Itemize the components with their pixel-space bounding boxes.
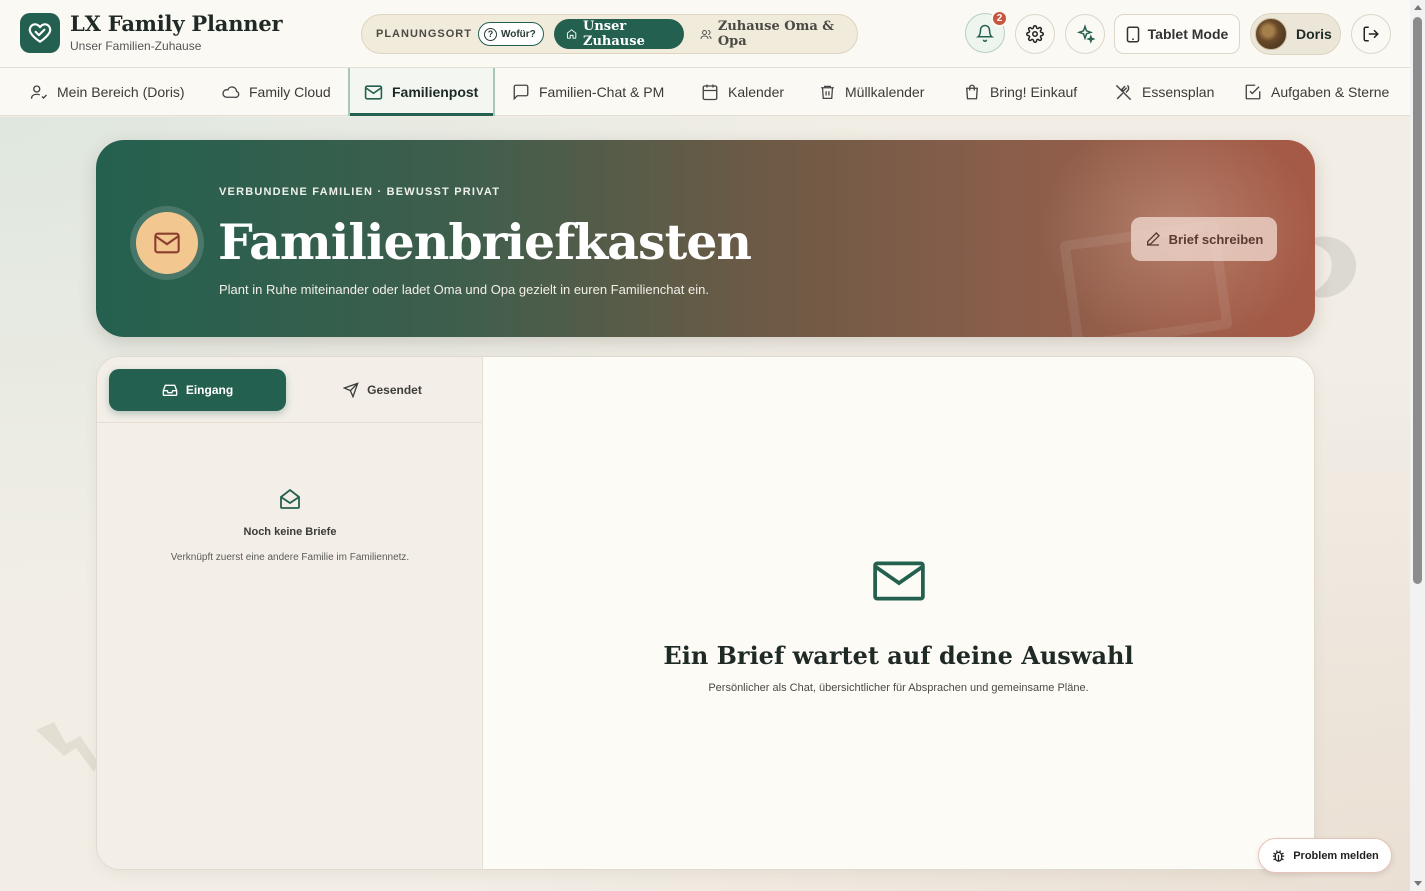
- nav-item-family-cloud[interactable]: Family Cloud: [221, 68, 331, 116]
- tablet-mode-button[interactable]: Tablet Mode: [1114, 14, 1240, 54]
- location-option-grandparents[interactable]: Zuhause Oma & Opa: [688, 19, 851, 49]
- tab-inbox[interactable]: Eingang: [109, 369, 286, 411]
- empty-detail-title: Ein Brief wartet auf deine Auswahl: [663, 641, 1134, 670]
- empty-detail-text: Persönlicher als Chat, übersichtlicher f…: [708, 682, 1089, 694]
- tab-sent[interactable]: Gesendet: [294, 369, 471, 411]
- top-bar: LX Family Planner Unser Familien-Zuhause…: [0, 0, 1410, 68]
- nav-item-muellkalender[interactable]: Müllkalender: [819, 68, 924, 116]
- main-nav: Mein Bereich (Doris) Family Cloud Famili…: [0, 68, 1410, 116]
- mail-icon: [154, 232, 180, 254]
- nav-item-label: Familien-Chat & PM: [539, 84, 665, 100]
- mail-detail-column: Ein Brief wartet auf deine Auswahl Persö…: [483, 357, 1314, 869]
- tab-label: Gesendet: [367, 383, 422, 397]
- nav-item-bring-einkauf[interactable]: Bring! Einkauf: [963, 68, 1077, 116]
- scroll-thumb[interactable]: [1413, 17, 1422, 584]
- page-scrollbar[interactable]: [1410, 0, 1425, 891]
- avatar: [1255, 18, 1287, 50]
- location-help-label: Wofür?: [500, 28, 536, 40]
- app-title: LX Family Planner: [70, 11, 283, 36]
- send-icon: [343, 382, 359, 398]
- nav-item-familienpost[interactable]: Familienpost: [348, 68, 495, 116]
- bug-icon: [1273, 850, 1285, 862]
- brand[interactable]: LX Family Planner Unser Familien-Zuhause: [20, 11, 283, 53]
- calendar-icon: [702, 84, 718, 101]
- tablet-icon: [1126, 26, 1139, 42]
- nav-item-label: Kalender: [728, 84, 785, 100]
- home-icon: [566, 29, 577, 39]
- empty-list-text: Verknüpft zuerst eine andere Familie im …: [170, 552, 410, 563]
- utensils-icon: [1115, 84, 1132, 100]
- nav-item-label: Aufgaben & Sterne: [1271, 84, 1390, 100]
- logout-button[interactable]: [1351, 14, 1391, 54]
- empty-detail-state: Ein Brief wartet auf deine Auswahl Persö…: [483, 560, 1314, 694]
- logout-icon: [1363, 26, 1379, 42]
- mail-open-icon: [280, 488, 300, 509]
- user-menu-button[interactable]: Doris: [1250, 13, 1341, 55]
- mail-tabs: Eingang Gesendet: [97, 357, 482, 423]
- trash-icon: [821, 85, 834, 100]
- nav-item-label: Family Cloud: [249, 84, 331, 100]
- location-help-button[interactable]: ? Wofür?: [477, 22, 544, 46]
- location-option-label: Unser Zuhause: [582, 19, 645, 49]
- bell-icon: [976, 24, 994, 42]
- notifications-badge: 2: [991, 10, 1008, 27]
- hero-eyebrow: VERBUNDENE FAMILIEN · BEWUSST PRIVAT: [219, 186, 501, 198]
- pencil-icon: [1146, 232, 1160, 246]
- ai-assistant-button[interactable]: [1065, 14, 1105, 54]
- nav-item-label: Bring! Einkauf: [990, 84, 1078, 100]
- chat-icon: [513, 84, 529, 101]
- sparkles-icon: [1076, 24, 1095, 44]
- scroll-down-icon[interactable]: [1414, 881, 1422, 886]
- hero-banner: VERBUNDENE FAMILIEN · BEWUSST PRIVAT Fam…: [96, 140, 1315, 337]
- user-check-icon: [30, 85, 47, 99]
- shopping-bag-icon: [966, 84, 978, 100]
- gear-icon: [1026, 25, 1044, 43]
- check-square-icon: [1245, 84, 1261, 100]
- nav-item-label: Familienpost: [392, 84, 479, 100]
- report-problem-label: Problem melden: [1293, 849, 1379, 862]
- question-icon: ?: [483, 27, 497, 41]
- nav-item-familien-chat[interactable]: Familien-Chat & PM: [512, 68, 664, 116]
- report-problem-button[interactable]: Problem melden: [1258, 838, 1392, 873]
- nav-item-label: Mein Bereich (Doris): [57, 84, 185, 100]
- users-icon: [700, 29, 712, 39]
- notifications-button[interactable]: 2: [965, 10, 1008, 53]
- hero-subtitle: Plant in Ruhe miteinander oder ladet Oma…: [219, 282, 709, 297]
- mail-list-column: Eingang Gesendet Noch keine Briefe Verkn…: [97, 357, 483, 869]
- write-letter-button[interactable]: Brief schreiben: [1131, 217, 1277, 261]
- cloud-icon: [222, 86, 240, 99]
- location-option-label: Zuhause Oma & Opa: [717, 19, 835, 49]
- location-switcher: PLANUNGSORT ? Wofür? Unser Zuhause Zuhau…: [361, 14, 858, 54]
- location-option-home[interactable]: Unser Zuhause: [553, 19, 684, 49]
- empty-list-state: Noch keine Briefe Verknüpft zuerst eine …: [97, 487, 483, 563]
- write-letter-label: Brief schreiben: [1168, 231, 1264, 247]
- user-name: Doris: [1296, 26, 1332, 42]
- settings-button[interactable]: [1015, 14, 1055, 54]
- nav-item-aufgaben[interactable]: Aufgaben & Sterne: [1244, 68, 1389, 116]
- nav-item-kalender[interactable]: Kalender: [701, 68, 784, 116]
- nav-item-essensplan[interactable]: Essensplan: [1114, 68, 1214, 116]
- nav-item-label: Essensplan: [1142, 84, 1215, 100]
- tab-label: Eingang: [185, 383, 234, 397]
- empty-list-title: Noch keine Briefe: [243, 526, 337, 538]
- mail-panel: Eingang Gesendet Noch keine Briefe Verkn…: [96, 356, 1315, 870]
- scroll-up-icon[interactable]: [1414, 5, 1422, 10]
- tablet-mode-label: Tablet Mode: [1147, 26, 1229, 42]
- hero-icon: [130, 206, 204, 280]
- heart-logo-icon: [20, 13, 60, 53]
- mail-icon: [364, 84, 383, 100]
- inbox-icon: [162, 384, 178, 396]
- mail-icon: [872, 561, 925, 601]
- lightning-decoration-icon: [36, 722, 98, 772]
- nav-item-mein-bereich[interactable]: Mein Bereich (Doris): [30, 68, 185, 116]
- page-title: Familienbriefkasten: [218, 213, 752, 271]
- nav-item-label: Müllkalender: [845, 84, 925, 100]
- app-subtitle: Unser Familien-Zuhause: [70, 39, 202, 53]
- location-label: PLANUNGSORT: [376, 28, 472, 40]
